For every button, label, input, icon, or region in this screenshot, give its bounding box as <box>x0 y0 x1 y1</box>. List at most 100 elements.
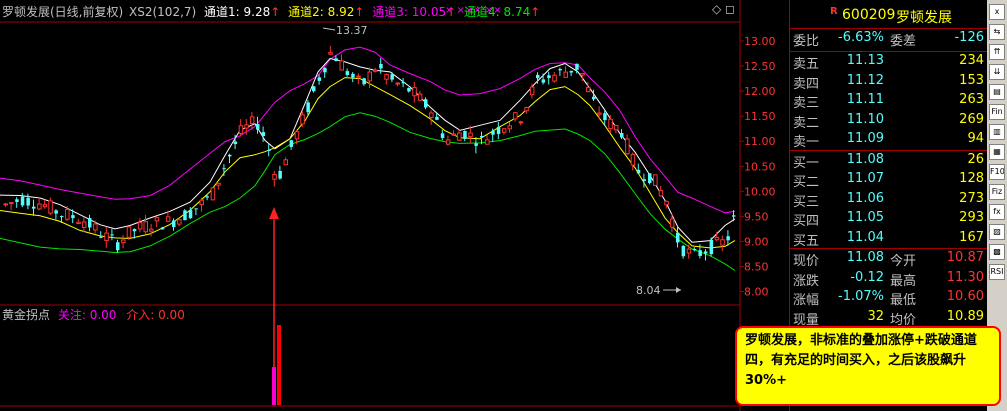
toolbar-button[interactable]: fx <box>989 204 1005 220</box>
candle-body <box>121 239 126 244</box>
candle-body <box>165 216 171 222</box>
candle-body <box>183 210 187 221</box>
window-controls[interactable]: ◇ ◻ <box>712 2 735 16</box>
stats-list: 现价 11.08 今开 10.87 涨跌 -0.12 最高 11.30 涨幅 -1.07% 最低 10… <box>790 249 988 328</box>
candle-body <box>345 71 350 75</box>
toolbar-button[interactable]: ▦ <box>989 144 1005 160</box>
candle-body <box>222 168 226 170</box>
candle-body <box>412 87 417 97</box>
candle-body <box>636 169 641 174</box>
high-annotation: 13.37 <box>336 24 368 37</box>
bid-row: 买五 11.04 167 <box>793 229 984 249</box>
candle-body <box>704 251 708 254</box>
candle-body <box>48 200 53 214</box>
bid-row: 买三 11.06 273 <box>793 190 984 210</box>
stat-row: 涨幅 -1.07% 最低 10.60 <box>793 289 984 308</box>
candle-body <box>457 132 462 141</box>
toolbar-button[interactable]: ⇈ <box>989 44 1005 60</box>
toolbar-button[interactable]: F10 <box>989 164 1005 180</box>
stat-row: 现量 32 均价 10.89 <box>793 308 984 328</box>
price-tick-label: 10.50 <box>744 160 776 173</box>
candle-body <box>261 132 266 137</box>
candlestick-chart[interactable]: 13.00 12.50 12.00 11.50 11.00 10.50 10.00 9.50 9… <box>0 0 790 411</box>
candle-body <box>317 77 322 81</box>
candle-body <box>32 206 36 209</box>
candle-body <box>306 102 310 113</box>
toolbar-button[interactable]: ▤ <box>989 84 1005 100</box>
candle-body <box>395 82 400 85</box>
bid-row: 买四 11.05 293 <box>793 210 984 229</box>
candle-body <box>501 128 507 133</box>
toolbar-button[interactable]: ⇊ <box>989 64 1005 80</box>
price-tick-label: 12.50 <box>744 60 776 73</box>
candle-body <box>580 72 585 76</box>
candle-body <box>3 203 8 206</box>
candle-body <box>625 138 630 155</box>
candle-body <box>732 215 736 217</box>
candle-body <box>664 200 669 206</box>
candle-body <box>726 236 730 241</box>
stock-code: 600209 <box>842 7 896 23</box>
candle-body <box>233 141 238 145</box>
candle-body <box>658 190 664 197</box>
candle-body <box>334 58 338 62</box>
candle-body <box>294 131 300 140</box>
candle-body <box>300 114 305 125</box>
candle-body <box>312 86 316 92</box>
indicator-name: XS2(102,7) <box>129 5 197 19</box>
candle-body <box>137 222 143 230</box>
candle-body <box>373 69 378 72</box>
candle-body <box>669 218 675 228</box>
stat-row: 现价 11.08 今开 10.87 <box>793 250 984 269</box>
toolbar-button[interactable]: ⇆ <box>989 24 1005 40</box>
candle-body <box>194 208 198 210</box>
candle-body <box>529 86 535 96</box>
candle-body <box>110 234 114 236</box>
channel1-value: 通道1: 9.28 <box>204 5 271 19</box>
toolbar-button[interactable]: Fin <box>989 104 1005 120</box>
candle-body <box>15 199 19 202</box>
candle-body <box>37 203 42 210</box>
candle-body <box>289 140 294 147</box>
candle-body <box>384 74 389 80</box>
candle-body <box>620 132 624 138</box>
candle-body <box>613 124 619 131</box>
candle-body <box>205 196 210 198</box>
order-diff: -126 <box>954 30 984 45</box>
candle-body <box>71 215 75 219</box>
sub-indicator-header: 黄金拐点 关注: 0.00 介入: 0.00 <box>2 306 185 323</box>
toolbar-button[interactable]: ▨ <box>989 224 1005 240</box>
candle-body <box>569 70 574 73</box>
candle-body <box>686 248 692 254</box>
candle-body <box>356 75 361 78</box>
price-tick-label: 8.50 <box>744 261 769 274</box>
toolbar-button[interactable]: Fiz <box>989 184 1005 200</box>
candle-body <box>351 73 355 78</box>
candle-body <box>160 227 165 230</box>
toolbar-button[interactable]: x <box>989 4 1005 20</box>
candle-body <box>547 75 551 79</box>
toolbar-button[interactable]: ▥ <box>989 124 1005 140</box>
toolbar-button[interactable]: ▩ <box>989 244 1005 260</box>
candle-body <box>256 124 260 130</box>
candle-body <box>249 116 255 125</box>
candle-body <box>54 210 58 214</box>
candle-body <box>172 220 176 228</box>
candle-body <box>216 182 221 186</box>
candle-body <box>60 216 64 218</box>
bid-row: 买一 11.08 26 <box>793 151 984 171</box>
candle-body <box>507 125 512 130</box>
candle-body <box>698 250 702 256</box>
candle-body <box>42 204 48 208</box>
up-arrow-icon: ↑ <box>530 5 541 19</box>
candle-body <box>440 133 445 138</box>
candle-body <box>407 88 411 92</box>
price-tick-label: 12.00 <box>744 85 776 98</box>
candle-body <box>188 210 193 219</box>
focus-value: 关注: 0.00 <box>57 308 117 322</box>
price-tick-label: 9.00 <box>744 235 769 248</box>
candle-body <box>429 112 434 118</box>
ask-list: 卖五 11.13 234 卖四 11.12 153 卖三 11.11 263 卖二 11.10 269… <box>790 52 988 151</box>
toolbar-button[interactable]: RSI <box>989 264 1005 280</box>
ask-row: 卖二 11.10 269 <box>793 111 984 131</box>
